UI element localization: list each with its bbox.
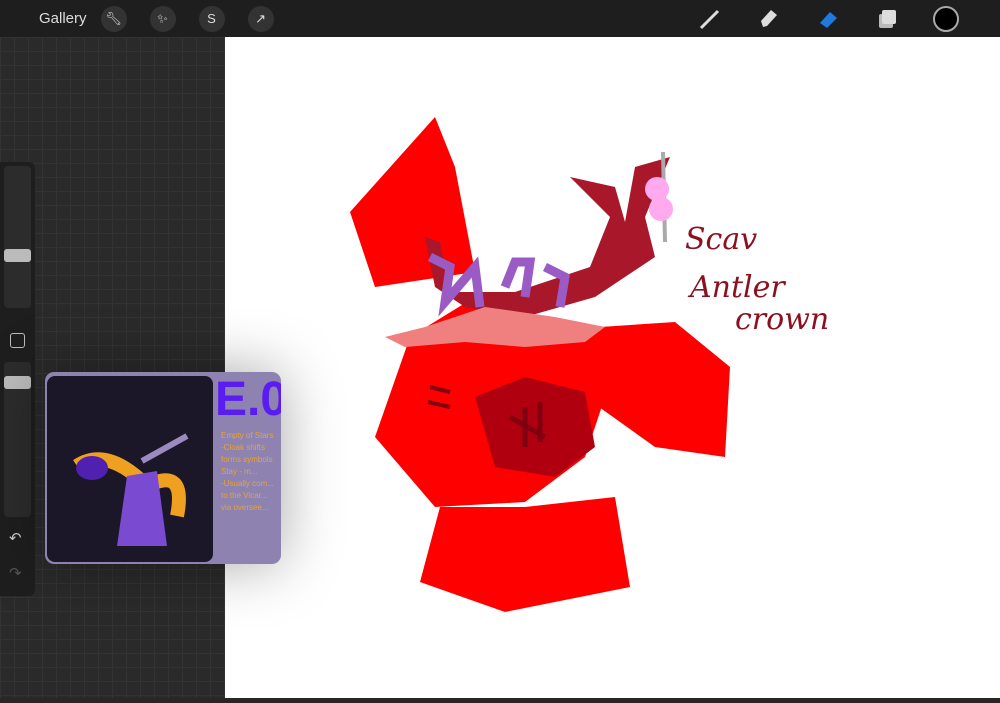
- color-picker-button[interactable]: [933, 5, 959, 32]
- artwork: Scav Antler crown: [350, 117, 829, 612]
- magic-wand-icon[interactable]: ✨︎: [149, 5, 176, 32]
- lettering-line: crown: [735, 302, 829, 337]
- brush-icon[interactable]: [697, 6, 723, 32]
- gallery-button[interactable]: Gallery: [39, 10, 87, 27]
- crown-band: [385, 307, 605, 347]
- layers-icon[interactable]: [874, 6, 900, 32]
- undo-icon[interactable]: ↶: [9, 529, 22, 547]
- slider-thumb[interactable]: [4, 249, 31, 262]
- neck: [420, 497, 630, 612]
- slider-thumb[interactable]: [4, 376, 31, 389]
- reference-image: [47, 376, 213, 562]
- sidebar: ↶ ↷: [0, 162, 35, 596]
- opacity-slider[interactable]: [4, 362, 31, 517]
- transform-arrow-icon[interactable]: ↗: [247, 5, 274, 32]
- eraser-icon[interactable]: [815, 6, 841, 32]
- selection-icon[interactable]: S: [198, 5, 225, 32]
- brush-size-slider[interactable]: [4, 166, 31, 308]
- smudge-icon[interactable]: [756, 6, 782, 32]
- canvas[interactable]: Scav Antler crown: [225, 37, 1000, 698]
- modify-button[interactable]: [10, 333, 25, 348]
- wrench-icon[interactable]: 🔧︎: [100, 5, 127, 32]
- reference-lettering: E.0: [215, 373, 281, 426]
- top-toolbar: Gallery 🔧︎ ✨︎ S ↗: [0, 0, 1000, 37]
- hood-back: [350, 117, 475, 287]
- lettering-line: Scav: [685, 222, 757, 257]
- reference-window[interactable]: E.0 Empty of Stars -Cloak shifts forms s…: [45, 372, 281, 564]
- redo-icon[interactable]: ↷: [9, 564, 22, 582]
- reference-notes: Empty of Stars -Cloak shifts forms symbo…: [221, 431, 274, 512]
- lettering-line: Antler: [687, 270, 786, 305]
